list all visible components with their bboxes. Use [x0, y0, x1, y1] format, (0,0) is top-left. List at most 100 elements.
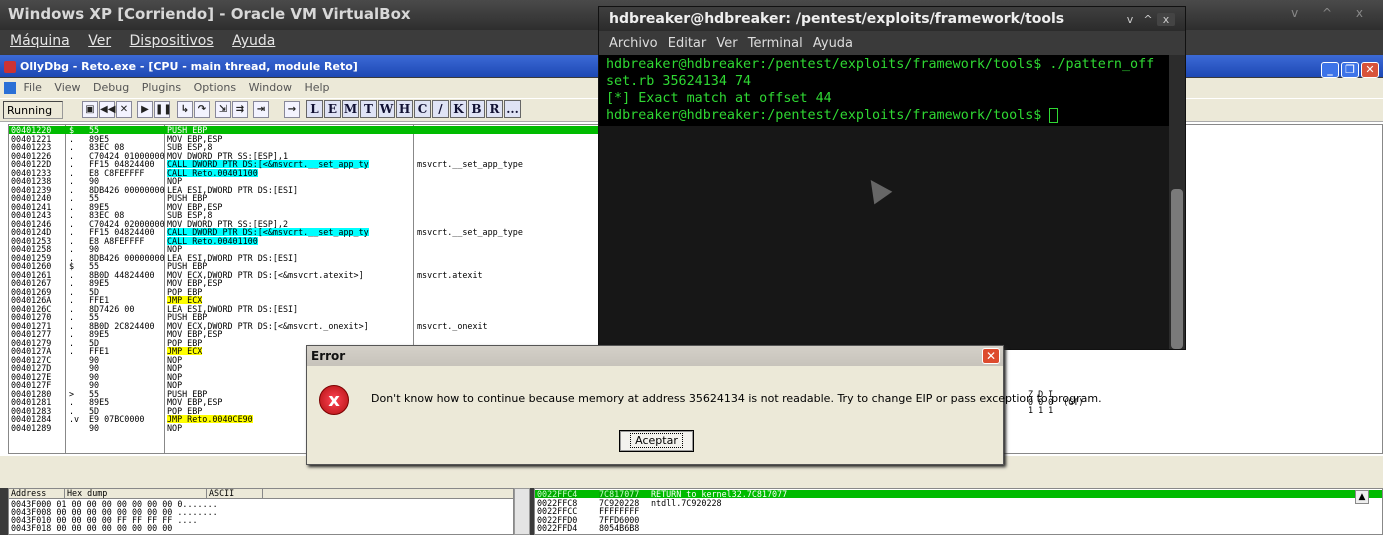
vbox-menu-dispositivos[interactable]: Dispositivos: [130, 33, 214, 49]
error-dialog-title: Error: [307, 346, 1003, 366]
stack-row[interactable]: 0022FFC4 7C817077 RETURN to kernel32.7C817…: [535, 490, 1382, 498]
terminal-maximize-icon[interactable]: ^: [1139, 13, 1157, 26]
terminal-close-icon[interactable]: x: [1157, 13, 1175, 26]
terminal-menu-editar[interactable]: Editar: [668, 36, 707, 51]
windows-window-button[interactable]: W: [378, 100, 395, 118]
modules-window-button[interactable]: E: [324, 100, 341, 118]
stack-pane[interactable]: 0022FFC4 7C817077 RETURN to kernel32.7C817…: [534, 488, 1383, 535]
disasm-instruction: MOV EBP,ESP: [167, 397, 223, 407]
vbox-menu-maquina[interactable]: Máquina: [10, 33, 70, 49]
disasm-marker: .: [69, 193, 75, 203]
disasm-address: 00401289: [11, 422, 52, 433]
stack-row[interactable]: 0022FFCC FFFFFFFF: [535, 507, 1382, 515]
disasm-instruction: SUB ESP,8: [167, 142, 213, 152]
dump-header-address[interactable]: Address: [9, 489, 65, 498]
disasm-address: 00401243: [11, 210, 52, 220]
vbox-menu-ver[interactable]: Ver: [88, 33, 111, 49]
disasm-address: 00401270: [11, 312, 52, 322]
minimize-button[interactable]: _: [1321, 62, 1339, 78]
stack-scroll-up-icon[interactable]: ▲: [1355, 490, 1369, 504]
disasm-hex: E9 07BC0000: [89, 414, 145, 424]
pause-icon[interactable]: ❚❚: [154, 101, 172, 118]
terminal-scrollbar-thumb[interactable]: [1171, 189, 1183, 349]
status-running: Running: [3, 101, 63, 119]
rewind-icon[interactable]: ◀◀: [99, 101, 115, 118]
references-button[interactable]: R: [486, 100, 503, 118]
call-stack-button[interactable]: K: [450, 100, 467, 118]
stack-row[interactable]: 0022FFD4 8054B6B8: [535, 523, 1382, 533]
disasm-address: 00401223: [11, 142, 52, 152]
vbox-window-controls[interactable]: v ^ x: [1291, 6, 1373, 20]
disasm-comment: msvcrt.__set_app_type: [417, 159, 523, 169]
terminal-menu-ayuda[interactable]: Ayuda: [813, 36, 853, 51]
log-window-button[interactable]: L: [306, 100, 323, 118]
more-windows-button[interactable]: ...: [504, 100, 521, 118]
disasm-instruction: NOP: [167, 422, 183, 433]
disasm-marker: .: [69, 295, 75, 305]
disasm-hex: FF15 04824400: [89, 227, 155, 237]
olly-menu-plugins[interactable]: Plugins: [142, 81, 181, 94]
disasm-marker: .v: [69, 414, 80, 424]
disasm-instruction: SUB ESP,8: [167, 210, 213, 220]
terminal-menu-ver[interactable]: Ver: [716, 36, 737, 51]
hex-dump-pane[interactable]: Address Hex dump ASCII 0043F000 01 00 00…: [8, 488, 514, 535]
terminal-minimize-icon[interactable]: v: [1121, 13, 1139, 26]
terminal-menu-archivo[interactable]: Archivo: [609, 36, 658, 51]
olly-menu-file[interactable]: File: [24, 81, 42, 94]
olly-menu-debug[interactable]: Debug: [93, 81, 129, 94]
handles-window-button[interactable]: H: [396, 100, 413, 118]
disasm-address: 00401240: [11, 193, 52, 203]
disasm-instruction: PUSH EBP: [167, 193, 208, 203]
olly-window-controls: _ ❐ ✕: [1319, 58, 1379, 78]
dump-scrollbar[interactable]: [514, 488, 530, 535]
disasm-instruction: NOP: [167, 363, 183, 373]
terminal-menu-terminal[interactable]: Terminal: [748, 36, 803, 51]
disasm-address: 0040127A: [11, 346, 52, 356]
disasm-address: 0040127F: [11, 380, 52, 390]
disasm-hex: 8DB426 00000000: [89, 184, 165, 195]
close-button[interactable]: ✕: [1361, 62, 1379, 78]
stack-row[interactable]: 0022FFD0 7FFD6000: [535, 515, 1382, 523]
stack-row[interactable]: 0022FFC8 7C920228 ntdll.7C920228: [535, 498, 1382, 506]
olly-menu-window[interactable]: Window: [249, 81, 292, 94]
trace-into-icon[interactable]: ⇲: [215, 101, 231, 118]
goto-icon[interactable]: →: [284, 101, 300, 118]
olly-menu-help[interactable]: Help: [304, 81, 329, 94]
open-icon[interactable]: ▣: [82, 101, 98, 118]
trace-over-icon[interactable]: ⇉: [232, 101, 248, 118]
disasm-address: 0040124D: [11, 227, 52, 237]
dump-header-hex[interactable]: Hex dump: [65, 489, 207, 498]
cpu-window-button[interactable]: C: [414, 100, 431, 118]
terminal-window-controls: v ^ x: [1121, 13, 1175, 26]
error-message: Don't know how to continue because memor…: [371, 392, 1102, 405]
disasm-marker: $: [69, 261, 75, 271]
dump-row: 0043F018 00 00 00 00 00 00 00 00: [11, 523, 173, 533]
disasm-hex: 89E5: [89, 329, 110, 339]
terminal-output[interactable]: hdbreaker@hdbreaker:/pentest/exploits/fr…: [599, 55, 1169, 349]
disasm-marker: .: [69, 210, 75, 220]
disasm-hex: 55: [89, 125, 100, 135]
close-program-icon[interactable]: ✕: [116, 101, 132, 118]
disasm-address: 00401258: [11, 244, 52, 254]
olly-menu-view[interactable]: View: [54, 81, 80, 94]
breakpoints-button[interactable]: B: [468, 100, 485, 118]
restore-button[interactable]: ❐: [1341, 62, 1359, 78]
stack-value: 8054B6B8: [599, 523, 640, 533]
terminal-line-prompt: hdbreaker@hdbreaker:/pentest/exploits/fr…: [606, 108, 1050, 123]
threads-window-button[interactable]: T: [360, 100, 377, 118]
cpu-window-icon[interactable]: [4, 82, 16, 94]
memory-window-button[interactable]: M: [342, 100, 359, 118]
error-dialog-close-icon[interactable]: ✕: [982, 348, 1000, 364]
execute-till-return-icon[interactable]: ⇥: [253, 101, 269, 118]
disasm-marker: .: [69, 346, 75, 356]
aceptar-button[interactable]: Aceptar: [619, 430, 694, 452]
error-dialog: Error ✕ x Don't know how to continue bec…: [306, 345, 1102, 465]
patches-window-button[interactable]: /: [432, 100, 449, 118]
disasm-comment: msvcrt.__set_app_type: [417, 227, 523, 237]
olly-menu-options[interactable]: Options: [194, 81, 236, 94]
step-into-icon[interactable]: ↳: [177, 101, 193, 118]
run-icon[interactable]: ▶: [137, 101, 153, 118]
dump-header-ascii[interactable]: ASCII: [207, 489, 263, 498]
step-over-icon[interactable]: ↷: [194, 101, 210, 118]
vbox-menu-ayuda[interactable]: Ayuda: [232, 33, 275, 49]
